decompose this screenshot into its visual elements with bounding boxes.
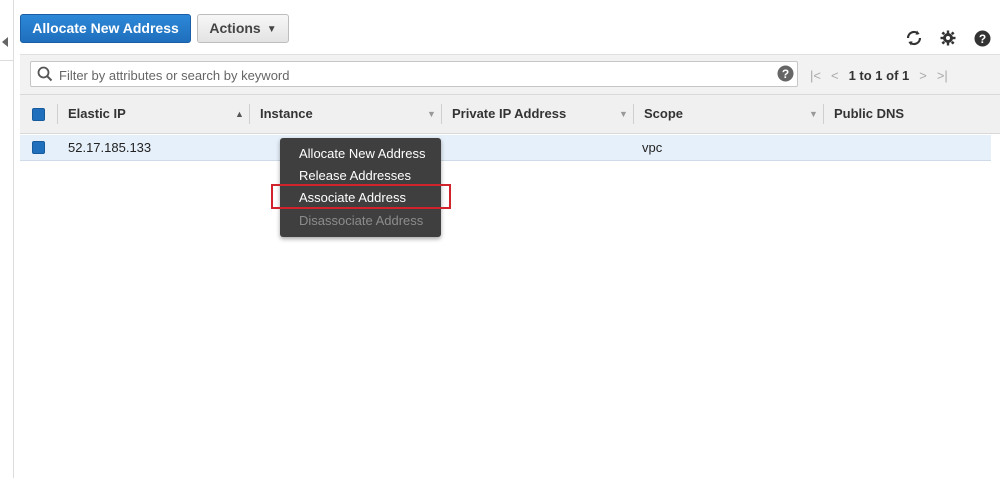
page-range: 1 to 1 of 1 [848, 67, 910, 83]
column-separator [633, 104, 634, 124]
sort-icon[interactable]: ▼ [809, 95, 818, 133]
search-input[interactable] [57, 64, 781, 86]
left-rail [0, 0, 14, 478]
sort-icon[interactable]: ▼ [427, 95, 436, 133]
sort-icon[interactable]: ▼ [619, 95, 628, 133]
column-elastic-ip[interactable]: Elastic IP [68, 95, 126, 133]
actions-button[interactable]: Actions ▼ [197, 14, 289, 43]
search-help-icon[interactable]: ? [777, 65, 794, 85]
help-icon[interactable]: ? [972, 28, 992, 48]
gear-icon[interactable] [938, 28, 958, 48]
prev-page-icon[interactable]: < [831, 68, 839, 83]
svg-text:?: ? [978, 32, 985, 46]
search-field[interactable] [30, 61, 798, 87]
allocate-new-address-button[interactable]: Allocate New Address [20, 14, 191, 43]
refresh-icon[interactable] [904, 28, 924, 48]
table-row[interactable]: 52.17.185.133 vpc [20, 135, 991, 161]
menu-item-release-addresses[interactable]: Release Addresses [299, 166, 411, 186]
column-separator [441, 104, 442, 124]
column-scope[interactable]: Scope [644, 95, 683, 133]
top-icons: ? [904, 28, 992, 48]
first-page-icon[interactable]: |< [810, 68, 821, 83]
highlight-box [271, 184, 451, 209]
search-bar: ? |< < 1 to 1 of 1 > >| [20, 54, 1000, 95]
search-icon [37, 66, 53, 85]
collapse-sidebar-icon[interactable] [2, 37, 8, 47]
cell-scope: vpc [642, 140, 663, 155]
menu-item-disassociate-address: Disassociate Address [299, 213, 424, 228]
column-public-dns[interactable]: Public DNS [834, 95, 904, 133]
column-separator [249, 104, 250, 124]
svg-text:?: ? [782, 67, 789, 81]
chevron-down-icon: ▼ [266, 23, 277, 35]
column-separator [57, 104, 58, 124]
actions-label: Actions [209, 20, 261, 36]
last-page-icon[interactable]: >| [937, 68, 948, 83]
column-separator [823, 104, 824, 124]
select-all-checkbox[interactable] [32, 108, 45, 121]
rail-divider [0, 60, 13, 61]
column-private-ip[interactable]: Private IP Address [452, 95, 566, 133]
pagination: |< < 1 to 1 of 1 > >| [810, 65, 948, 85]
row-checkbox[interactable] [32, 141, 45, 154]
column-instance[interactable]: Instance [260, 95, 313, 133]
next-page-icon[interactable]: > [919, 68, 927, 83]
menu-item-allocate-new-address[interactable]: Allocate New Address [299, 144, 425, 164]
cell-elastic-ip: 52.17.185.133 [68, 140, 152, 155]
table-header: Elastic IP ▲ Instance ▼ Private IP Addre… [20, 94, 1000, 134]
sort-asc-icon[interactable]: ▲ [235, 95, 244, 133]
